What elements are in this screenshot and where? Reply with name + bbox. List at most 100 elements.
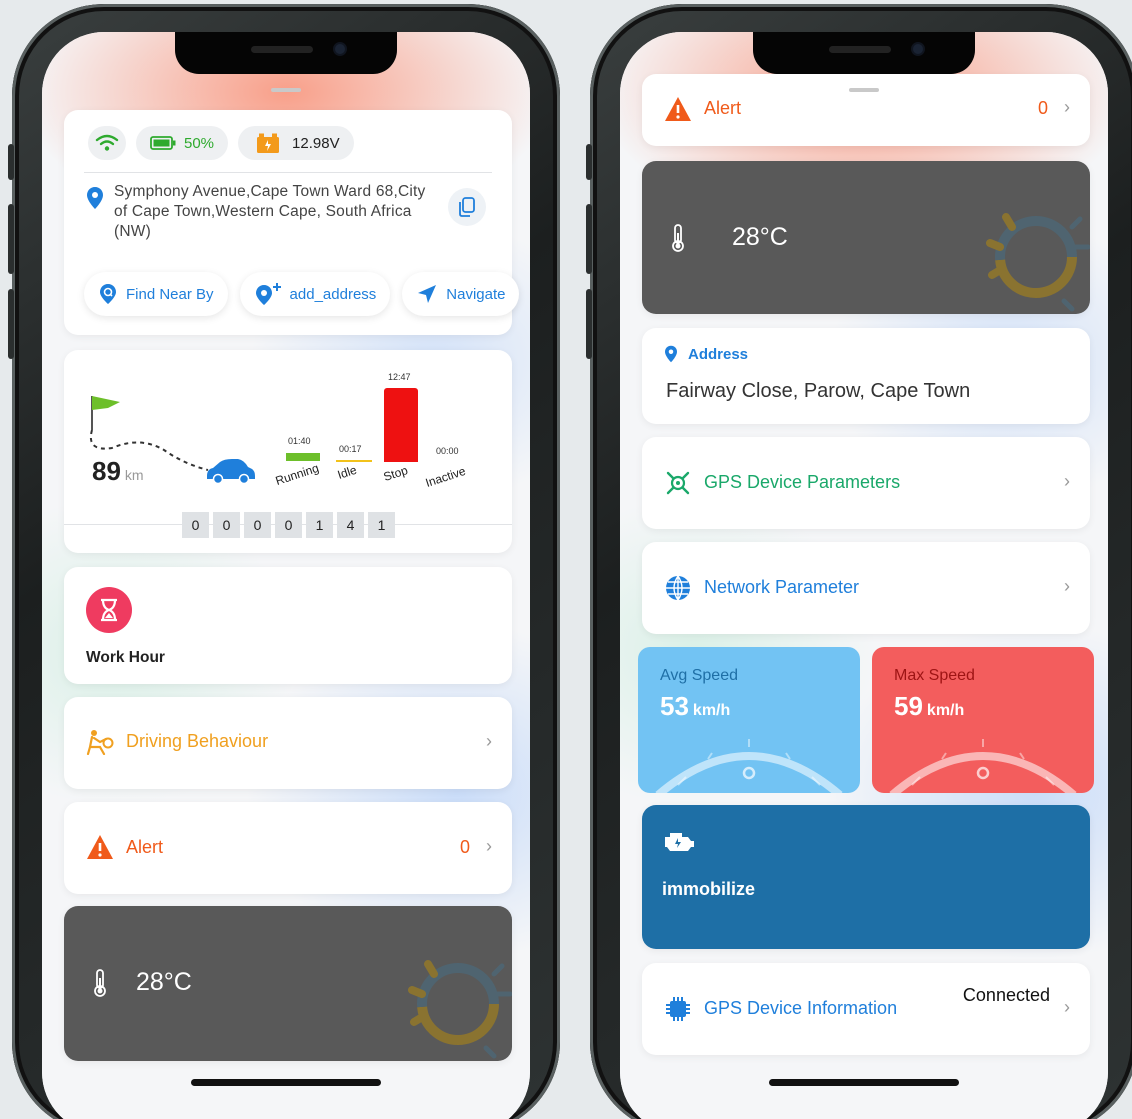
notch (753, 32, 975, 74)
alert-row[interactable]: Alert 0 › (64, 802, 512, 894)
stop-bar (384, 388, 418, 462)
trip-distance-unit: km (124, 467, 144, 483)
driving-behaviour-label: Driving Behaviour (126, 731, 269, 751)
battery-status: 50% (136, 126, 229, 160)
max-speed-card: Max Speed 59 km/h (872, 647, 1094, 793)
avg-speed-card: Avg Speed 53 km/h (638, 647, 860, 793)
warning-icon (665, 97, 691, 121)
battery-percent: 50% (184, 134, 215, 152)
trip-summary-card: 89 km 01:40 00:17 12:47 00:00 Running Idl… (64, 350, 512, 553)
voltage-status: 12.98V (238, 126, 354, 160)
globe-icon (666, 575, 690, 601)
odometer: 0 0 0 0 1 4 1 (182, 512, 395, 538)
copy-icon (459, 197, 475, 217)
thermometer-icon (94, 969, 106, 997)
stop-label: Stop (381, 463, 410, 484)
max-speed-unit: km/h (926, 702, 965, 719)
avg-speed-value: 53 km/h (660, 691, 730, 722)
home-indicator[interactable] (191, 1079, 381, 1086)
location-pin-icon (87, 187, 103, 209)
sheet-grabber[interactable] (849, 88, 879, 92)
gps-device-parameters-label: GPS Device Parameters (704, 472, 901, 492)
trip-distance-value: 89 (92, 456, 121, 486)
copy-address-button[interactable] (448, 188, 486, 226)
avg-speed-unit: km/h (692, 702, 731, 719)
driving-behaviour-row[interactable]: Driving Behaviour › (64, 697, 512, 789)
find-near-by-button[interactable]: Find Near By (84, 272, 228, 316)
running-time: 01:40 (288, 436, 311, 446)
alert-count: 0 (459, 837, 470, 857)
gps-device-information-label: GPS Device Information (704, 998, 898, 1018)
idle-time: 00:17 (339, 444, 362, 454)
chevron-right-icon: › (1064, 97, 1070, 117)
speedometer-gauge-icon (655, 739, 843, 793)
notch (175, 32, 397, 74)
temperature-card: 28°C (642, 161, 1090, 314)
gps-device-parameters-row[interactable]: GPS Device Parameters › (642, 437, 1090, 529)
chevron-right-icon: › (1064, 471, 1070, 491)
add-address-button[interactable]: add_address (239, 272, 391, 316)
sheet-grabber[interactable] (271, 88, 301, 92)
location-pin-icon (665, 345, 677, 363)
add-pin-icon (255, 283, 281, 305)
address-title: Address (688, 346, 749, 363)
temperature-card: 28°C (64, 906, 512, 1061)
current-address: Symphony Avenue,Cape Town Ward 68,City o… (114, 183, 426, 240)
weather-sun-snow-icon (408, 960, 512, 1059)
alert-count: 0 (1037, 98, 1048, 118)
gps-device-information-row[interactable]: GPS Device Information Connected › (642, 963, 1090, 1055)
screen-left: 50% 12.98V Symphony Avenue,Cape Town War… (42, 32, 530, 1119)
inactive-time: 00:00 (436, 446, 459, 456)
alert-label: Alert (704, 98, 742, 118)
gps-connection-status: Connected (962, 985, 1050, 1005)
volume-down-button (8, 289, 14, 359)
search-pin-icon (100, 284, 116, 304)
max-speed-number: 59 (894, 691, 923, 721)
inactive-label: Inactive (423, 463, 468, 490)
immobilize-label: immobilize (662, 879, 756, 899)
weather-sun-snow-icon (986, 213, 1090, 312)
max-speed-label: Max Speed (894, 667, 975, 684)
chevron-right-icon: › (486, 731, 492, 751)
navigate-button[interactable]: Navigate (402, 272, 520, 316)
trip-distance: 89 km (92, 456, 144, 487)
volume-down-button (586, 289, 592, 359)
odometer-digit: 0 (182, 512, 209, 538)
alert-row[interactable]: Alert 0 › (642, 74, 1090, 146)
chevron-right-icon: › (486, 836, 492, 856)
avg-speed-number: 53 (660, 691, 689, 721)
start-flag-icon (91, 396, 120, 430)
alert-label: Alert (126, 837, 164, 857)
address-value: Fairway Close, Parow, Cape Town (666, 380, 971, 402)
home-indicator[interactable] (769, 1079, 959, 1086)
navigate-label: Navigate (446, 285, 506, 303)
wifi-status (88, 126, 126, 160)
max-speed-value: 59 km/h (894, 691, 964, 722)
stop-time: 12:47 (388, 372, 411, 382)
add-address-label: add_address (289, 285, 377, 303)
immobilize-card[interactable]: immobilize (642, 805, 1090, 949)
chevron-right-icon: › (1064, 997, 1070, 1017)
work-hour-card[interactable]: Work Hour (64, 567, 512, 684)
odometer-digit: 1 (368, 512, 395, 538)
screen-right: Alert 0 › 28°C Address Fairway Close, Pa… (620, 32, 1108, 1119)
phone-frame-left: 50% 12.98V Symphony Avenue,Cape Town War… (8, 4, 560, 1119)
voltage-value: 12.98V (292, 134, 340, 152)
odometer-digit: 0 (275, 512, 302, 538)
car-battery-icon (257, 133, 280, 153)
network-parameter-label: Network Parameter (704, 577, 860, 597)
work-hour-label: Work Hour (86, 649, 165, 666)
wifi-icon (95, 134, 119, 151)
warning-icon (87, 835, 113, 859)
running-label: Running (273, 460, 321, 488)
side-button (586, 144, 592, 180)
running-bar (286, 453, 320, 461)
chip-icon (666, 997, 690, 1021)
odometer-digit: 4 (337, 512, 364, 538)
navigate-arrow-icon (418, 285, 437, 303)
find-near-by-label: Find Near By (126, 285, 214, 303)
network-parameter-row[interactable]: Network Parameter › (642, 542, 1090, 634)
avg-speed-label: Avg Speed (660, 667, 738, 684)
odometer-digit: 0 (213, 512, 240, 538)
car-icon (207, 459, 255, 484)
